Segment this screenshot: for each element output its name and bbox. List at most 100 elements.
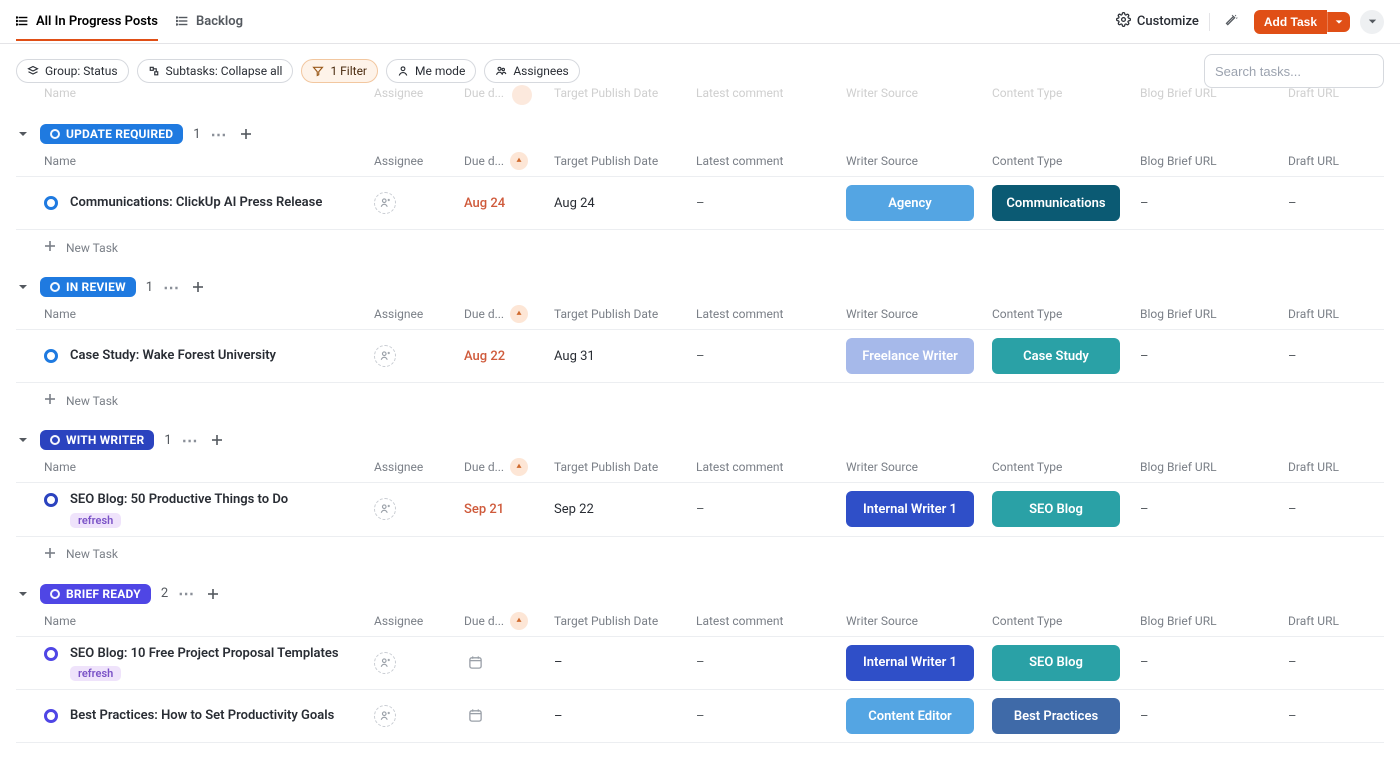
target-date[interactable]: – — [554, 709, 563, 724]
tab-backlog[interactable]: Backlog — [176, 3, 243, 41]
target-date[interactable]: Aug 31 — [554, 349, 595, 364]
brief-url[interactable]: – — [1140, 709, 1149, 724]
collapse-caret-icon[interactable] — [16, 127, 30, 141]
assignee-empty-icon[interactable] — [374, 192, 396, 214]
due-date[interactable]: Aug 22 — [464, 349, 505, 364]
tab-all-in-progress[interactable]: All In Progress Posts — [16, 3, 158, 41]
draft-url[interactable]: – — [1288, 349, 1297, 364]
latest-comment[interactable]: – — [696, 349, 705, 364]
assignee-empty-icon[interactable] — [374, 498, 396, 520]
due-date[interactable]: Aug 24 — [464, 196, 505, 211]
writer-source-pill[interactable]: Agency — [846, 185, 974, 221]
new-task-button[interactable]: New Task — [16, 537, 1384, 564]
status-pill[interactable]: BRIEF READY — [40, 584, 151, 604]
content-type-pill[interactable]: Communications — [992, 185, 1120, 221]
content-type-pill[interactable]: SEO Blog — [992, 645, 1120, 681]
status-pill[interactable]: IN REVIEW — [40, 277, 136, 297]
plus-icon — [44, 240, 56, 255]
task-row[interactable]: Communications: ClickUp AI Press Release… — [16, 177, 1384, 230]
more-icon[interactable]: ⋯ — [211, 125, 227, 144]
target-date[interactable]: Sep 22 — [554, 502, 594, 517]
task-title[interactable]: SEO Blog: 10 Free Project Proposal Templ… — [70, 645, 339, 663]
status-dot-icon[interactable] — [44, 196, 58, 210]
expand-caret[interactable] — [1360, 10, 1384, 34]
status-dot-icon[interactable] — [44, 493, 58, 507]
chip-group-status[interactable]: Group: Status — [16, 59, 129, 83]
brief-url[interactable]: – — [1140, 349, 1149, 364]
writer-source-pill[interactable]: Freelance Writer — [846, 338, 974, 374]
latest-comment[interactable]: – — [696, 502, 705, 517]
writer-source-pill[interactable]: Internal Writer 1 — [846, 645, 974, 681]
brief-url[interactable]: – — [1140, 196, 1149, 211]
status-dot-icon[interactable] — [44, 647, 58, 661]
col-due[interactable]: Due d... — [464, 458, 554, 476]
task-row[interactable]: SEO Blog: 10 Free Project Proposal Templ… — [16, 637, 1384, 691]
task-title[interactable]: Best Practices: How to Set Productivity … — [70, 707, 334, 725]
col-due[interactable]: Due d... — [464, 152, 554, 170]
content-type-pill[interactable]: Best Practices — [992, 698, 1120, 734]
brief-url[interactable]: – — [1140, 655, 1149, 670]
chip-label: Me mode — [415, 64, 465, 78]
draft-url[interactable]: – — [1288, 709, 1297, 724]
more-icon[interactable]: ⋯ — [163, 278, 179, 297]
status-dot-icon[interactable] — [44, 349, 58, 363]
chip-assignees[interactable]: Assignees — [484, 59, 579, 83]
collapse-caret-icon[interactable] — [16, 433, 30, 447]
status-pill[interactable]: UPDATE REQUIRED — [40, 124, 183, 144]
col-draft: Draft URL — [1288, 307, 1400, 321]
latest-comment[interactable]: – — [696, 196, 705, 211]
more-icon[interactable]: ⋯ — [182, 431, 198, 450]
chip-me-mode[interactable]: Me mode — [386, 59, 476, 83]
content-type-pill[interactable]: Case Study — [992, 338, 1120, 374]
task-row[interactable]: Best Practices: How to Set Productivity … — [16, 690, 1384, 743]
task-title[interactable]: SEO Blog: 50 Productive Things to Do — [70, 491, 288, 509]
target-date[interactable]: Aug 24 — [554, 196, 595, 211]
content-type-pill[interactable]: SEO Blog — [992, 491, 1120, 527]
collapse-caret-icon[interactable] — [16, 280, 30, 294]
col-assignee: Assignee — [374, 460, 464, 474]
task-tag[interactable]: refresh — [70, 666, 121, 681]
calendar-empty-icon[interactable] — [464, 705, 486, 727]
latest-comment[interactable]: – — [696, 709, 705, 724]
add-task-dropdown[interactable] — [1327, 12, 1350, 32]
writer-source-pill[interactable]: Content Editor — [846, 698, 974, 734]
calendar-empty-icon[interactable] — [464, 652, 486, 674]
col-latest: Latest comment — [696, 460, 846, 474]
task-title[interactable]: Case Study: Wake Forest University — [70, 347, 276, 365]
add-to-group-icon[interactable] — [208, 431, 226, 449]
task-row[interactable]: Case Study: Wake Forest University Aug 2… — [16, 330, 1384, 383]
col-due[interactable]: Due d... — [464, 612, 554, 630]
due-date[interactable]: Sep 21 — [464, 502, 504, 517]
chip-subtasks[interactable]: Subtasks: Collapse all — [137, 59, 294, 83]
more-icon[interactable]: ⋯ — [178, 584, 194, 603]
new-task-button[interactable]: New Task — [16, 230, 1384, 257]
magic-wand-icon[interactable] — [1220, 10, 1244, 34]
new-task-button[interactable]: New Task — [16, 383, 1384, 410]
assignee-empty-icon[interactable] — [374, 345, 396, 367]
add-to-group-icon[interactable] — [237, 125, 255, 143]
brief-url[interactable]: – — [1140, 502, 1149, 517]
chip-filter[interactable]: 1 Filter — [301, 59, 378, 83]
search-input[interactable] — [1204, 54, 1384, 88]
col-due[interactable]: Due d... — [464, 305, 554, 323]
writer-source-pill[interactable]: Internal Writer 1 — [846, 491, 974, 527]
col-brief: Blog Brief URL — [1140, 460, 1288, 474]
task-row[interactable]: SEO Blog: 50 Productive Things to Do ref… — [16, 483, 1384, 537]
add-task-button[interactable]: Add Task — [1254, 10, 1327, 34]
assignee-empty-icon[interactable] — [374, 705, 396, 727]
task-title[interactable]: Communications: ClickUp AI Press Release — [70, 194, 322, 212]
draft-url[interactable]: – — [1288, 196, 1297, 211]
task-tag[interactable]: refresh — [70, 513, 121, 528]
add-to-group-icon[interactable] — [189, 278, 207, 296]
target-date[interactable]: – — [554, 655, 563, 670]
assignee-empty-icon[interactable] — [374, 652, 396, 674]
latest-comment[interactable]: – — [696, 655, 705, 670]
draft-url[interactable]: – — [1288, 502, 1297, 517]
add-to-group-icon[interactable] — [204, 585, 222, 603]
search-box — [1204, 54, 1384, 88]
status-dot-icon[interactable] — [44, 709, 58, 723]
status-pill[interactable]: WITH WRITER — [40, 430, 154, 450]
draft-url[interactable]: – — [1288, 655, 1297, 670]
customize-button[interactable]: Customize — [1116, 12, 1199, 31]
collapse-caret-icon[interactable] — [16, 587, 30, 601]
